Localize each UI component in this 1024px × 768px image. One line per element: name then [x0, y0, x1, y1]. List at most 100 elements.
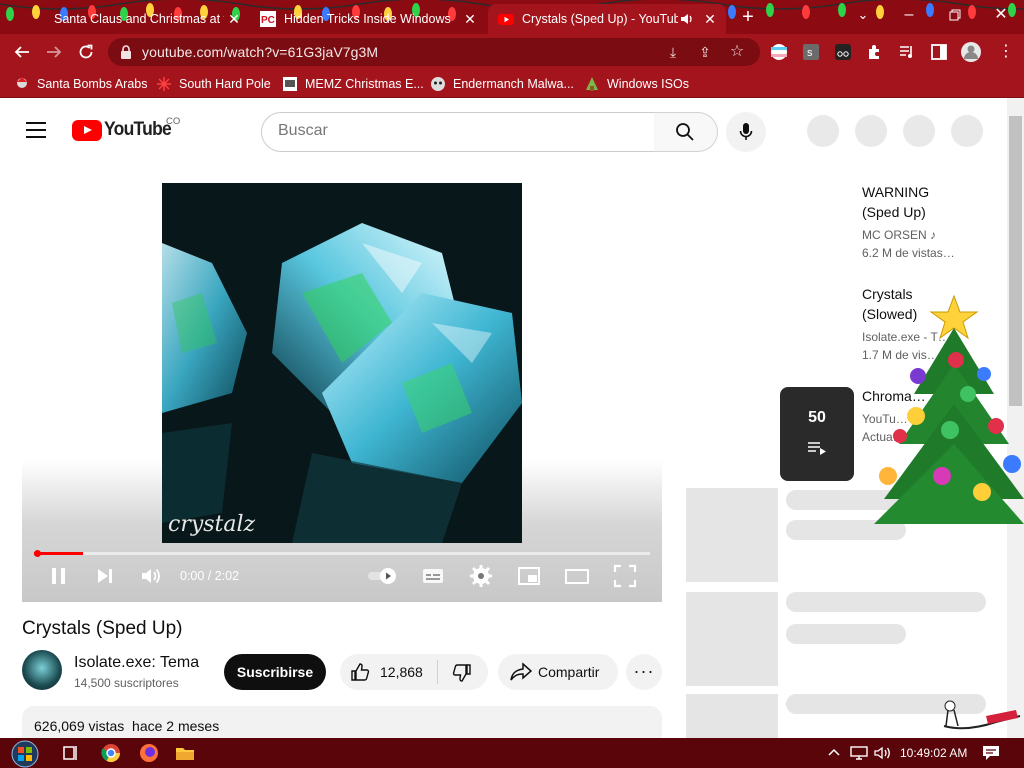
browser-menu-icon[interactable]: ⋮	[994, 40, 1018, 64]
s-extension-icon[interactable]: s	[802, 43, 820, 61]
theater-mode-icon[interactable]	[564, 563, 590, 589]
url-text[interactable]: youtube.com/watch?v=61G3jaV7g3M	[142, 44, 378, 60]
minimize-icon[interactable]: –	[886, 0, 932, 30]
tray-chevron-up-icon[interactable]	[828, 747, 840, 759]
tab-santa-claus[interactable]: Santa Claus and Christmas at the ✕	[28, 4, 250, 34]
browser-tab-strip: Santa Claus and Christmas at the ✕ PC Hi…	[0, 0, 1024, 34]
more-actions-icon[interactable]: ···	[626, 654, 662, 690]
fullscreen-icon[interactable]	[612, 563, 638, 589]
like-count[interactable]: 12,868	[380, 664, 423, 680]
search-box[interactable]	[261, 112, 655, 152]
back-arrow-icon[interactable]	[10, 40, 34, 64]
miniplayer-icon[interactable]	[516, 563, 542, 589]
christmas-tree-overlay	[874, 294, 1024, 524]
close-window-icon[interactable]: ✕	[978, 0, 1024, 30]
youtube-logo[interactable]: YouTube CO	[72, 116, 181, 142]
header-placeholder-circle	[807, 115, 839, 147]
share-page-icon[interactable]: ⇪	[696, 43, 714, 61]
windows-taskbar: 10:49:02 AM	[0, 738, 1024, 768]
related-video-item[interactable]: WARNING (Sped Up) MC ORSEN ♪ 6.2 M de vi…	[862, 182, 1002, 262]
playlist-badge[interactable]: 50	[780, 387, 854, 481]
bookmark-windows-isos[interactable]: Windows ISOs	[584, 75, 689, 93]
tab-crystals-youtube[interactable]: Crystals (Sped Up) - YouTube ✕	[488, 4, 726, 34]
action-center-icon[interactable]	[982, 745, 1000, 761]
speaker-volume-icon[interactable]	[874, 746, 892, 760]
incognito-extension-icon[interactable]	[834, 43, 852, 61]
country-code: CO	[166, 116, 181, 127]
search-input[interactable]	[278, 113, 638, 149]
settings-gear-icon[interactable]	[468, 563, 494, 589]
art-text: crystalz	[168, 512, 256, 537]
tab-close-icon[interactable]: ✕	[702, 11, 718, 27]
firefox-taskbar-icon[interactable]	[138, 742, 160, 764]
taskbar-clock[interactable]: 10:49:02 AM	[900, 746, 967, 760]
tab-hidden-tricks[interactable]: PC Hidden Tricks Inside Windows 10 ✕	[250, 4, 486, 34]
subscribe-button[interactable]: Suscribirse	[224, 654, 326, 690]
bookmark-star-icon[interactable]: ☆	[728, 43, 746, 61]
volume-icon[interactable]	[138, 563, 164, 589]
next-icon[interactable]	[92, 563, 118, 589]
side-panel-icon[interactable]	[930, 43, 948, 61]
bookmark-label: Santa Bombs Arabs	[37, 77, 148, 91]
skeleton-thumbnail	[686, 592, 778, 686]
search-icon	[676, 123, 694, 141]
extensions-puzzle-icon[interactable]	[866, 43, 884, 61]
skeleton-line	[786, 624, 906, 644]
video-player[interactable]: crystalz 0:00 / 2:02	[22, 162, 662, 602]
bookmark-santa-bombs[interactable]: Santa Bombs Arabs	[14, 75, 147, 93]
browser-toolbar: youtube.com/watch?v=61G3jaV7g3M ⤓ ⇪ ☆ s …	[0, 34, 1024, 70]
youtube-favicon-icon	[498, 14, 514, 25]
bookmark-label: MEMZ Christmas E...	[305, 77, 424, 91]
related-views: 6.2 M de vistas…	[862, 246, 955, 260]
media-controls-icon[interactable]	[898, 43, 916, 61]
snowflake-favicon-icon	[157, 77, 171, 91]
new-tab-plus-icon[interactable]: +	[736, 6, 760, 30]
address-bar[interactable]: youtube.com/watch?v=61G3jaV7g3M ⤓ ⇪ ☆	[108, 38, 760, 66]
youtube-play-logo-icon	[72, 119, 102, 141]
channel-avatar[interactable]	[22, 650, 62, 690]
subscriber-count: 14,500 suscriptores	[74, 676, 179, 690]
lock-icon[interactable]	[120, 45, 132, 59]
reload-icon[interactable]	[74, 40, 98, 64]
thumbs-down-icon[interactable]	[452, 663, 472, 683]
forward-arrow-icon[interactable]	[42, 40, 66, 64]
crystal-artwork-image: crystalz	[162, 183, 522, 543]
thumbs-up-icon[interactable]	[350, 662, 370, 682]
bookmark-endermanch-malware[interactable]: Endermanch Malwa...	[430, 75, 574, 93]
related-channel-name: MC ORSEN	[862, 228, 927, 242]
pause-icon[interactable]	[46, 563, 72, 589]
tab-close-icon[interactable]: ✕	[226, 11, 242, 27]
search-button[interactable]	[654, 112, 718, 152]
audio-playing-icon[interactable]	[680, 13, 694, 25]
description-box[interactable]: 626,069 vistas hace 2 meses	[22, 706, 662, 738]
autoplay-toggle-icon[interactable]	[366, 563, 400, 589]
trans-flag-extension-icon[interactable]	[770, 43, 788, 61]
tab-search-chevron-icon[interactable]: ⌄	[840, 0, 886, 30]
svg-text:PC: PC	[261, 15, 275, 26]
tab-close-icon[interactable]: ✕	[462, 11, 478, 27]
start-orb-icon[interactable]	[6, 738, 44, 768]
related-title-line: (Sped Up)	[862, 204, 926, 220]
bookmark-memz-christmas[interactable]: MEMZ Christmas E...	[282, 75, 424, 93]
network-icon[interactable]	[850, 746, 868, 760]
voice-search-button[interactable]	[726, 112, 766, 152]
channel-name[interactable]: Isolate.exe: Tema	[74, 654, 199, 672]
header-placeholder-circle	[903, 115, 935, 147]
chrome-taskbar-icon[interactable]	[100, 742, 122, 764]
profile-avatar-icon[interactable]	[960, 41, 982, 63]
file-explorer-icon[interactable]	[174, 742, 196, 764]
skeleton-thumbnail	[686, 488, 778, 582]
scrubber-handle[interactable]	[34, 550, 41, 557]
bookmark-south-hard-pole[interactable]: South Hard Pole	[156, 75, 271, 93]
share-button[interactable]: Compartir	[498, 654, 618, 690]
header-placeholder-circle	[951, 115, 983, 147]
reindeer-sleigh-decoration	[943, 700, 1021, 730]
progress-bar[interactable]	[34, 550, 650, 557]
guide-menu-icon[interactable]	[26, 122, 46, 138]
install-app-icon[interactable]: ⤓	[664, 43, 682, 61]
task-view-icon[interactable]	[60, 742, 82, 764]
share-arrow-icon	[510, 662, 532, 681]
restore-icon[interactable]	[932, 0, 978, 30]
santa-favicon-icon	[17, 77, 27, 88]
subtitles-icon[interactable]	[420, 563, 446, 589]
